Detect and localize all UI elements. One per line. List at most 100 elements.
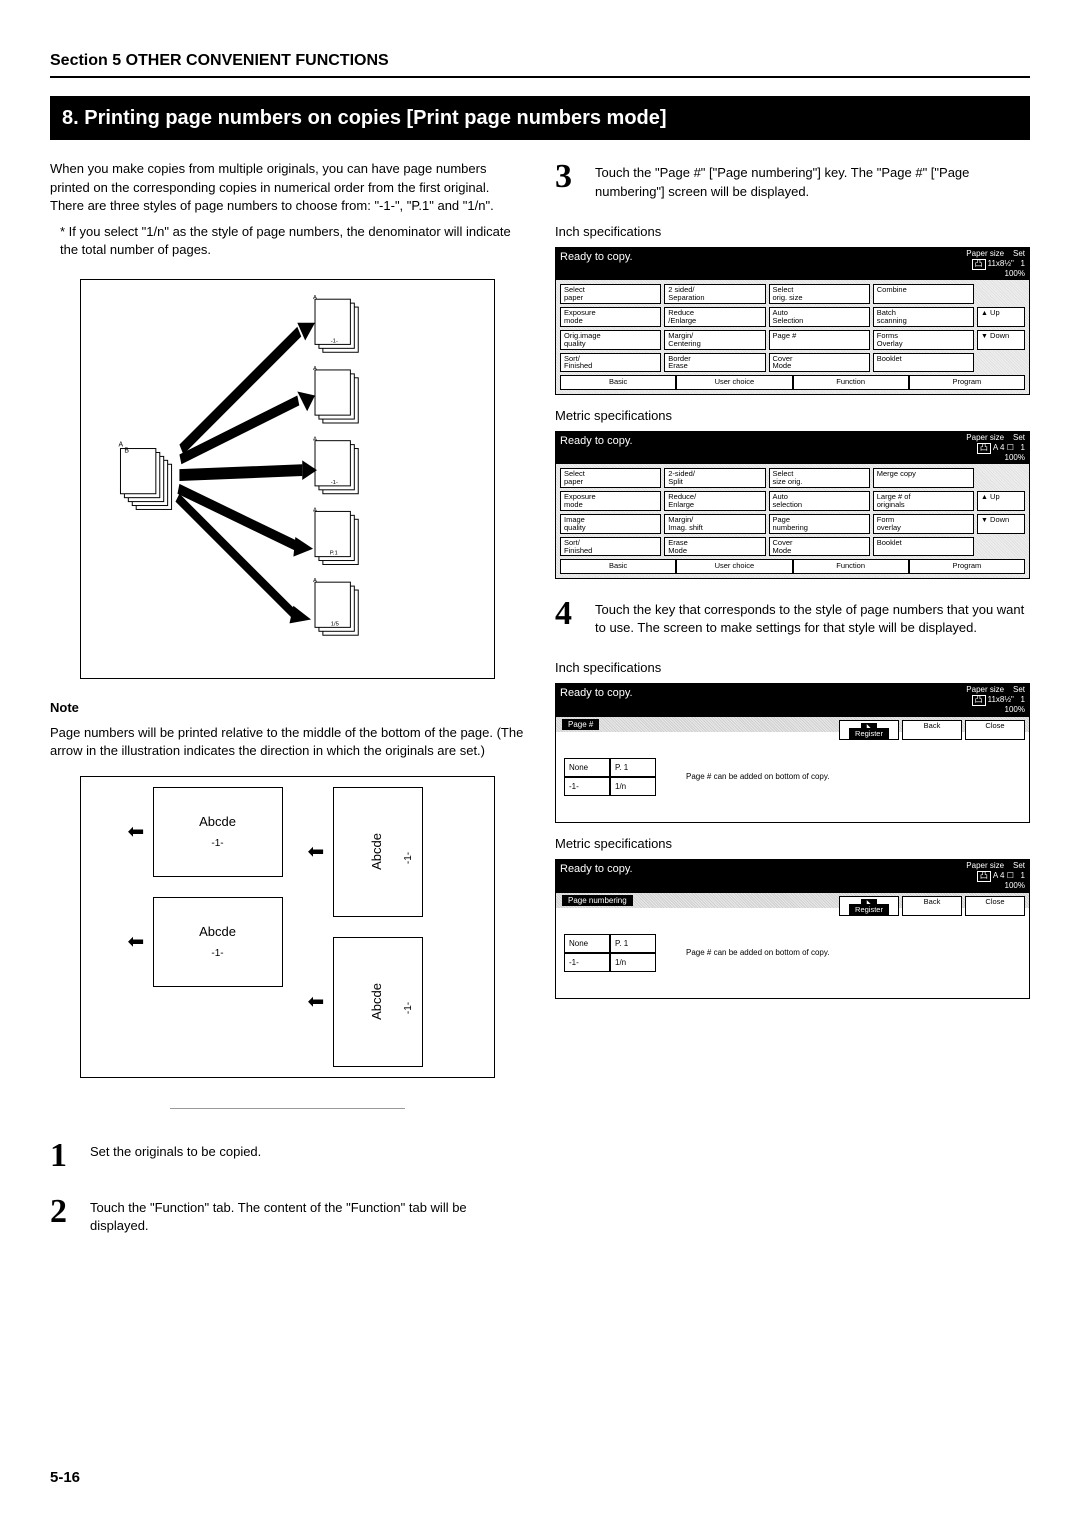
svg-text:-1-: -1- xyxy=(331,480,338,486)
style-button[interactable]: 1/n xyxy=(610,953,656,972)
ready-label: Ready to copy. xyxy=(560,434,633,449)
function-button[interactable]: Margin/ Centering xyxy=(664,330,765,350)
tab-function[interactable]: Function xyxy=(793,375,909,390)
style-note: Page # can be added on bottom of copy. xyxy=(686,771,1021,782)
page-stack-illustration: AB AAAAA -1--1- P.1 1/5 xyxy=(80,279,495,679)
tab-program[interactable]: Program xyxy=(909,559,1025,574)
close-button[interactable]: Close xyxy=(965,896,1025,916)
metric-spec-label: Metric specifications xyxy=(555,835,1030,853)
orient-icon: 凸 xyxy=(972,259,986,270)
set-count: 1 xyxy=(1021,871,1025,880)
style-button[interactable]: -1- xyxy=(564,953,610,972)
orient-icon: 凸 xyxy=(977,871,991,882)
ready-label: Ready to copy. xyxy=(560,862,633,877)
svg-text:A: A xyxy=(313,366,317,372)
function-button[interactable]: Exposure mode xyxy=(560,491,661,511)
function-button[interactable]: Sort/ Finished xyxy=(560,537,661,557)
function-button[interactable]: Select size orig. xyxy=(769,468,870,488)
function-button[interactable]: Exposure mode xyxy=(560,307,661,327)
page-number: -1- xyxy=(211,947,223,961)
function-button[interactable]: Image quality xyxy=(560,514,661,534)
function-button[interactable]: Sort/ Finished xyxy=(560,353,661,373)
set-label: Set xyxy=(1013,861,1025,870)
function-button[interactable]: Auto selection xyxy=(769,491,870,511)
tab-user-choice[interactable]: User choice xyxy=(676,559,792,574)
step-1: 1 Set the originals to be copied. xyxy=(50,1139,525,1173)
function-button[interactable]: Margin/ Imag. shift xyxy=(664,514,765,534)
section-header: Section 5 OTHER CONVENIENT FUNCTIONS xyxy=(50,50,1030,78)
function-button[interactable]: Form overlay xyxy=(873,514,974,534)
style-button[interactable]: None xyxy=(564,758,610,777)
close-button[interactable]: Close xyxy=(965,720,1025,740)
up-button[interactable]: ▲ Up xyxy=(977,491,1025,511)
style-button[interactable]: -1- xyxy=(564,777,610,796)
page-number: -1- xyxy=(402,852,416,864)
style-note: Page # can be added on bottom of copy. xyxy=(686,947,1021,958)
function-button[interactable]: Auto Selection xyxy=(769,307,870,327)
tab-basic[interactable]: Basic xyxy=(560,375,676,390)
ready-label: Ready to copy. xyxy=(560,686,633,701)
up-button[interactable]: ▲ Up xyxy=(977,307,1025,327)
set-count: 1 xyxy=(1021,443,1025,452)
function-button[interactable]: Combine xyxy=(873,284,974,304)
paper-size-label: Paper size xyxy=(966,861,1004,870)
function-button[interactable]: Select orig. size xyxy=(769,284,870,304)
sample-text: Abcde xyxy=(368,833,386,870)
step-text: Touch the "Function" tab. The content of… xyxy=(90,1195,525,1235)
function-button[interactable]: Page # xyxy=(769,330,870,350)
function-button[interactable]: Reduce /Enlarge xyxy=(664,307,765,327)
paper-size-label: Paper size xyxy=(966,249,1004,258)
style-button[interactable]: 1/n xyxy=(610,777,656,796)
orientation-illustration: ⬅ Abcde -1- ⬅ Abcde -1- ⬅ Abcde -1- ⬅ xyxy=(80,776,495,1078)
tab-basic[interactable]: Basic xyxy=(560,559,676,574)
svg-text:-1-: -1- xyxy=(331,339,338,345)
back-button[interactable]: Back xyxy=(902,896,962,916)
screen-function-inch: Ready to copy. Paper size Set凸11x8½" 110… xyxy=(555,247,1030,395)
function-button[interactable]: Merge copy xyxy=(873,468,974,488)
function-button[interactable]: Orig.image quality xyxy=(560,330,661,350)
function-button[interactable]: Erase Mode xyxy=(664,537,765,557)
register-button[interactable]: ◣ Register xyxy=(839,896,899,916)
style-button[interactable]: P. 1 xyxy=(610,934,656,953)
style-button[interactable]: None xyxy=(564,934,610,953)
page-number: -1- xyxy=(402,1002,416,1014)
note-label: Note xyxy=(50,699,525,717)
function-button[interactable]: Select paper xyxy=(560,284,661,304)
tab-user-choice[interactable]: User choice xyxy=(676,375,792,390)
function-button[interactable]: Cover Mode xyxy=(769,353,870,373)
function-button[interactable]: Forms Overlay xyxy=(873,330,974,350)
function-button[interactable]: 2-sided/ Split xyxy=(664,468,765,488)
note-text: Page numbers will be printed relative to… xyxy=(50,724,525,760)
page-number: -1- xyxy=(211,837,223,851)
back-button[interactable]: Back xyxy=(902,720,962,740)
step-number: 1 xyxy=(50,1139,78,1173)
function-button[interactable]: Border Erase xyxy=(664,353,765,373)
function-button[interactable]: Batch scanning xyxy=(873,307,974,327)
zoom-pct: 100% xyxy=(1005,881,1025,890)
paper-size-value: 11x8½" xyxy=(988,695,1014,704)
down-button[interactable]: ▼ Down xyxy=(977,330,1025,350)
paper-size-value: A 4 xyxy=(993,443,1005,452)
step-number: 2 xyxy=(50,1195,78,1229)
function-button[interactable]: 2 sided/ Separation xyxy=(664,284,765,304)
page-footer: 5-16 xyxy=(50,1467,80,1488)
function-button[interactable]: Reduce/ Enlarge xyxy=(664,491,765,511)
paper-size-value: 11x8½" xyxy=(988,259,1014,268)
function-button[interactable]: Booklet xyxy=(873,537,974,557)
function-button[interactable]: Large # of originals xyxy=(873,491,974,511)
register-button[interactable]: ◣ Register xyxy=(839,720,899,740)
zoom-pct: 100% xyxy=(1005,453,1025,462)
function-button[interactable]: Page numbering xyxy=(769,514,870,534)
tab-function[interactable]: Function xyxy=(793,559,909,574)
page-box-landscape: ⬅ Abcde -1- xyxy=(153,787,283,877)
paper-size-label: Paper size xyxy=(966,685,1004,694)
tab-program[interactable]: Program xyxy=(909,375,1025,390)
down-button[interactable]: ▼ Down xyxy=(977,514,1025,534)
function-button[interactable]: Cover Mode xyxy=(769,537,870,557)
sample-text: Abcde xyxy=(368,983,386,1020)
screen-function-metric: Ready to copy. Paper size Set凸A 4 ☐ 1100… xyxy=(555,431,1030,579)
step-number: 3 xyxy=(555,160,583,194)
style-button[interactable]: P. 1 xyxy=(610,758,656,777)
function-button[interactable]: Select paper xyxy=(560,468,661,488)
function-button[interactable]: Booklet xyxy=(873,353,974,373)
